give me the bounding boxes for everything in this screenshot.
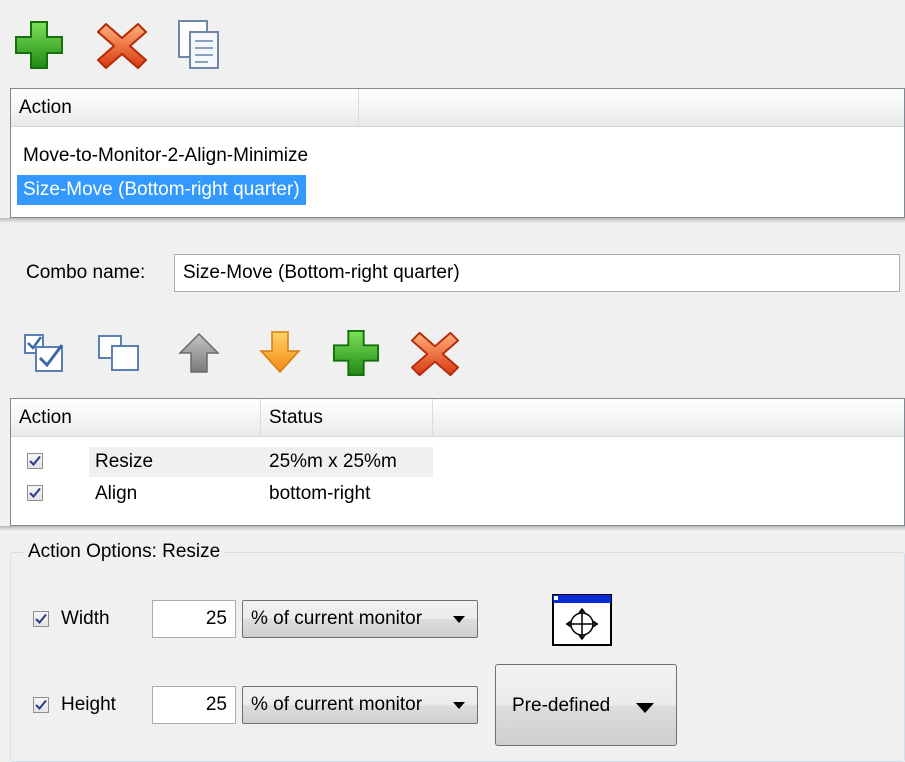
row-action: Resize — [95, 451, 154, 472]
table-row[interactable]: Align bottom-right — [11, 481, 904, 513]
action-options-legend: Action Options: Resize — [24, 541, 225, 563]
row-checkbox[interactable] — [27, 485, 43, 501]
check-all-icon[interactable] — [22, 331, 68, 375]
chevron-down-icon — [636, 703, 654, 713]
height-checkbox[interactable] — [33, 697, 49, 713]
uncheck-all-icon[interactable] — [96, 333, 144, 373]
row-status: 25%m x 25%m — [269, 451, 397, 472]
window-position-icon — [552, 594, 612, 646]
checkmark-icon — [35, 613, 47, 624]
checkmark-icon — [35, 699, 47, 710]
checkmark-icon — [29, 455, 41, 466]
action-options-group — [10, 552, 905, 762]
predefined-label: Pre-defined — [512, 695, 611, 716]
column-header-action[interactable]: Action — [11, 89, 359, 127]
row-status: bottom-right — [269, 483, 371, 504]
delete-icon[interactable] — [410, 329, 460, 379]
column-header-action[interactable]: Action — [11, 399, 261, 437]
move-up-icon[interactable] — [177, 331, 221, 375]
table-row[interactable]: Resize 25%m x 25%m — [11, 447, 904, 479]
height-value-field[interactable]: 25 — [152, 686, 236, 724]
splitter[interactable] — [0, 218, 905, 223]
delete-icon[interactable] — [96, 20, 148, 72]
add-icon[interactable] — [332, 329, 380, 377]
action-toolbar — [0, 325, 905, 385]
width-checkbox[interactable] — [33, 611, 49, 627]
combo-name-field[interactable]: Size-Move (Bottom-right quarter) — [174, 254, 900, 292]
width-value-field[interactable]: 25 — [152, 600, 236, 638]
copy-icon[interactable] — [176, 18, 222, 72]
add-icon[interactable] — [14, 20, 64, 70]
list-item-selected[interactable]: Size-Move (Bottom-right quarter) — [17, 175, 306, 205]
width-label[interactable]: Width — [61, 608, 110, 630]
checkmark-icon — [29, 487, 41, 498]
chevron-down-icon — [453, 702, 465, 709]
chevron-down-icon — [453, 616, 465, 623]
action-list[interactable]: Action Status Resize 25%m x 25%m Align b… — [10, 398, 905, 526]
height-unit-select[interactable]: % of current monitor — [242, 686, 478, 724]
combo-list-header: Action — [11, 89, 904, 127]
width-unit-select[interactable]: % of current monitor — [242, 600, 478, 638]
predefined-button[interactable]: Pre-defined — [495, 664, 677, 746]
combo-list[interactable]: Action Move-to-Monitor-2-Align-Minimize … — [10, 88, 905, 218]
row-action: Align — [95, 483, 138, 504]
height-unit-value: % of current monitor — [251, 694, 423, 715]
column-header-status[interactable]: Status — [261, 399, 433, 437]
move-down-icon[interactable] — [258, 329, 302, 375]
row-checkbox[interactable] — [27, 453, 43, 469]
height-label[interactable]: Height — [61, 694, 116, 716]
list-item-label: Size-Move (Bottom-right quarter) — [23, 179, 300, 200]
splitter[interactable] — [0, 526, 905, 531]
list-item[interactable]: Move-to-Monitor-2-Align-Minimize — [23, 145, 308, 167]
combo-name-label: Combo name: — [26, 262, 146, 283]
top-toolbar — [0, 0, 905, 88]
action-list-header: Action Status — [11, 399, 904, 437]
width-unit-value: % of current monitor — [251, 608, 423, 629]
